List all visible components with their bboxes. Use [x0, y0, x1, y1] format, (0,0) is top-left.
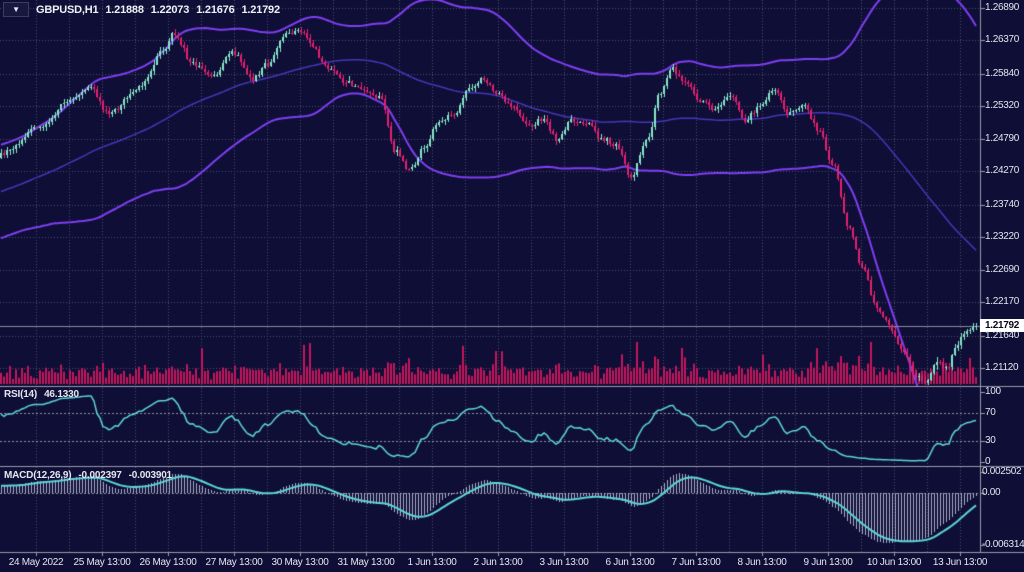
ohlc-close: 1.21792 [242, 4, 280, 16]
trading-chart-window: ▼ GBPUSD,H1 1.21888 1.22073 1.21676 1.21… [0, 0, 1024, 572]
time-tick-label: 8 Jun 13:00 [738, 557, 787, 569]
price-tick-label: 1.24270 [985, 165, 1019, 177]
price-tick-label: 1.25320 [985, 100, 1019, 112]
rsi-tick-label: 100 [985, 386, 1001, 398]
price-tick-label: 1.24790 [985, 133, 1019, 145]
time-tick-label: 6 Jun 13:00 [606, 557, 655, 569]
price-tick-label: 1.21640 [985, 330, 1019, 342]
time-tick-label: 1 Jun 13:00 [408, 557, 457, 569]
time-tick-label: 26 May 13:00 [140, 557, 197, 569]
chart-dropdown-icon[interactable]: ▼ [3, 2, 29, 17]
time-tick-label: 25 May 13:00 [74, 557, 131, 569]
time-tick-label: 27 May 13:00 [206, 557, 263, 569]
macd-tick-label: 0.00 [982, 487, 1000, 499]
macd-name: MACD(12,26,9) [4, 470, 71, 481]
symbol-label: GBPUSD,H1 [36, 4, 98, 16]
time-tick-label: 3 Jun 13:00 [540, 557, 589, 569]
time-tick-label: 31 May 13:00 [338, 557, 395, 569]
time-tick-label: 9 Jun 13:00 [804, 557, 853, 569]
time-tick-label: 7 Jun 13:00 [672, 557, 721, 569]
price-tick-label: 1.23740 [985, 199, 1019, 211]
macd-signal-value: -0.003901 [129, 470, 172, 481]
price-tick-label: 1.23220 [985, 231, 1019, 243]
time-tick-label: 24 May 2022 [9, 557, 64, 569]
macd-tick-label: -0.006314 [982, 539, 1024, 551]
ohlc-open: 1.21888 [105, 4, 143, 16]
rsi-current-value: 46.1330 [44, 389, 79, 400]
macd-main-value: -0.002397 [78, 470, 121, 481]
price-tick-label: 1.26370 [985, 34, 1019, 46]
symbol-ohlc-bar: ▼ GBPUSD,H1 1.21888 1.22073 1.21676 1.21… [3, 2, 280, 17]
rsi-name: RSI(14) [4, 389, 37, 400]
chart-canvas[interactable] [0, 0, 1024, 572]
price-tick-label: 1.26890 [985, 2, 1019, 14]
rsi-pane-label: RSI(14) 46.1330 [4, 389, 79, 400]
macd-pane-label: MACD(12,26,9) -0.002397 -0.003901 [4, 470, 172, 481]
time-tick-label: 10 Jun 13:00 [867, 557, 921, 569]
price-tick-label: 1.25840 [985, 68, 1019, 80]
rsi-tick-label: 70 [985, 407, 996, 419]
time-tick-label: 30 May 13:00 [272, 557, 329, 569]
rsi-tick-label: 30 [985, 435, 996, 447]
ohlc-high: 1.22073 [151, 4, 189, 16]
time-tick-label: 13 Jun 13:00 [933, 557, 987, 569]
ohlc-low: 1.21676 [196, 4, 234, 16]
price-tick-label: 1.22690 [985, 264, 1019, 276]
price-tick-label: 1.22170 [985, 296, 1019, 308]
macd-tick-label: 0.002502 [982, 466, 1021, 478]
price-tick-label: 1.21120 [985, 362, 1018, 374]
time-tick-label: 2 Jun 13:00 [474, 557, 523, 569]
